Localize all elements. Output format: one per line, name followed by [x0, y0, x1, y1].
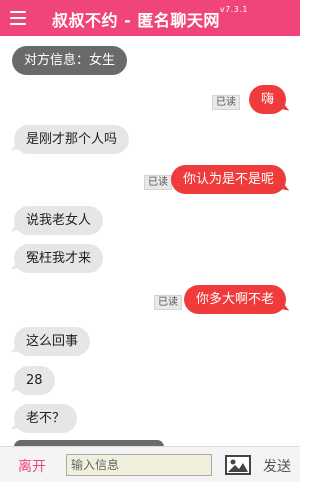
received-message: 老不？: [14, 404, 78, 433]
sent-bubble: 嗨: [248, 85, 286, 114]
version-label: v7.3.1: [219, 5, 248, 14]
received-bubble: 这么回事: [14, 327, 91, 356]
sent-message: 你认为是不是呢: [170, 165, 286, 194]
leave-button[interactable]: 离开: [18, 456, 46, 476]
image-icon[interactable]: [225, 455, 251, 475]
received-bubble: 是刚才那个人吗: [14, 125, 130, 154]
page-title: 叔叔不约 - 匿名聊天网v7.3.1: [0, 5, 300, 31]
received-bubble: 说我老女人: [14, 206, 104, 235]
input-bar: 离开 发送: [0, 446, 300, 482]
received-message: 说我老女人: [14, 206, 104, 235]
sent-message: 嗨: [248, 85, 286, 114]
chat-area[interactable]: 对方信息：女生 已读 嗨 是刚才那个人吗 已读 你认为是不是呢 说我老女人 冤枉…: [0, 36, 300, 446]
received-message: 冤枉我才来: [14, 244, 104, 273]
received-message: 是刚才那个人吗: [14, 125, 130, 154]
partner-info-message: 对方信息：女生: [12, 46, 128, 75]
received-message: 这么回事: [14, 327, 91, 356]
read-status-badge: 已读: [212, 95, 240, 110]
sent-message: 你多大啊不老: [183, 285, 286, 314]
received-bubble: 28: [14, 366, 55, 395]
read-status-badge: 已读: [144, 175, 172, 190]
app-title: 叔叔不约 - 匿名聊天网: [52, 11, 220, 30]
send-button[interactable]: 发送: [263, 456, 291, 476]
app-header: 叔叔不约 - 匿名聊天网v7.3.1: [0, 0, 300, 36]
sent-bubble: 你多大啊不老: [183, 285, 286, 314]
received-bubble: 冤枉我才来: [14, 244, 104, 273]
info-bubble: 对方信息：女生: [12, 46, 128, 75]
sent-bubble: 你认为是不是呢: [170, 165, 286, 194]
message-input[interactable]: [66, 454, 212, 476]
received-bubble: 老不？: [14, 404, 78, 433]
received-message: 28: [14, 366, 55, 395]
read-status-badge: 已读: [154, 295, 182, 310]
